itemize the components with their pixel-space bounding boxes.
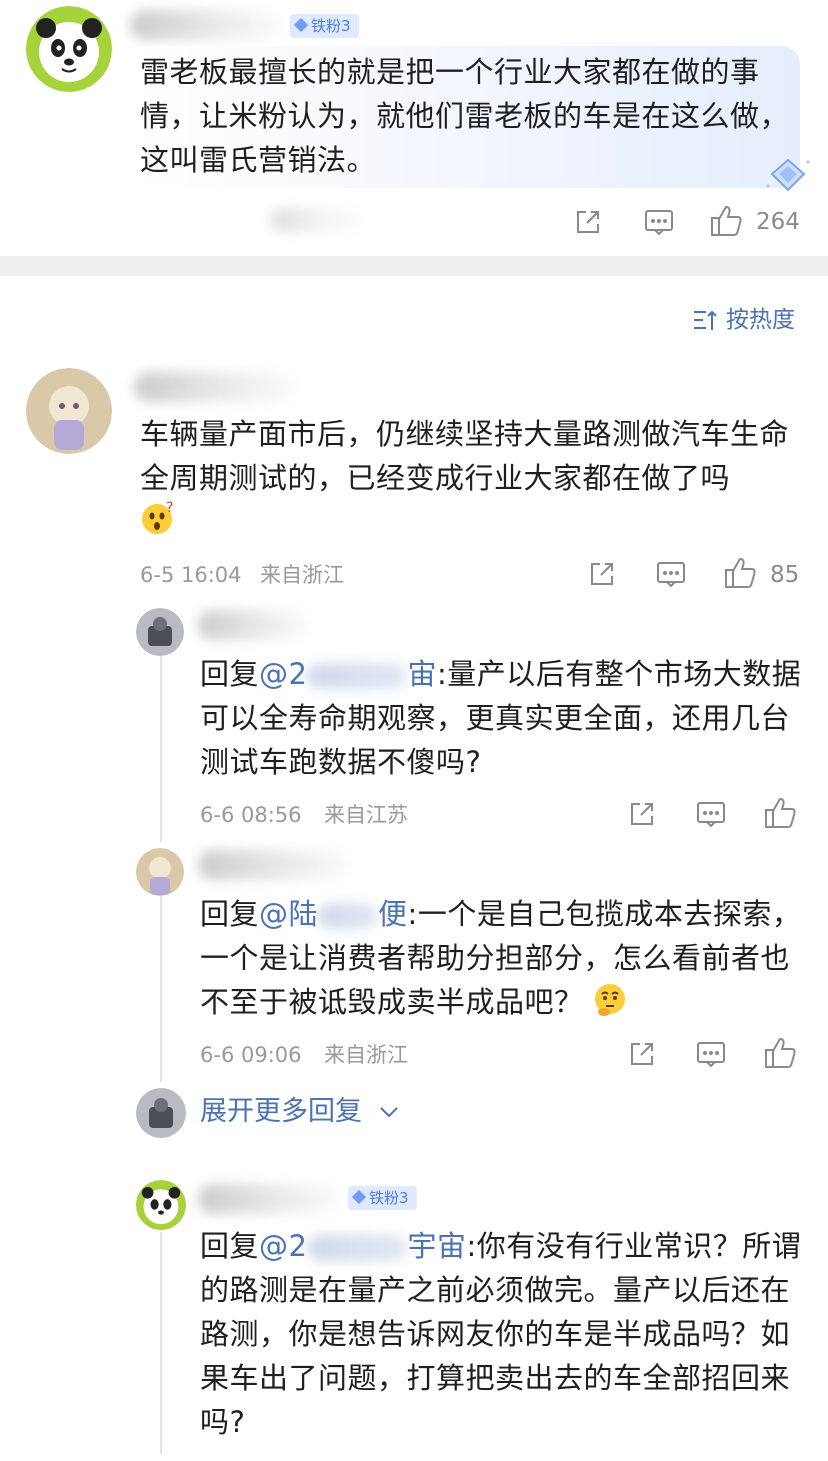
chevron-down-icon[interactable]	[378, 1102, 400, 1122]
section-divider	[0, 256, 828, 276]
user-avatar[interactable]	[136, 1088, 186, 1138]
diamond-icon	[293, 17, 309, 33]
share-icon[interactable]	[628, 1040, 656, 1068]
mention-blurred	[307, 663, 408, 689]
thread-line	[160, 896, 162, 1082]
sort-by-hot[interactable]: 按热度	[726, 306, 795, 334]
reply-hint-blurred	[270, 208, 360, 232]
comment-location: 来自浙江	[260, 563, 344, 587]
username-blurred[interactable]	[198, 610, 308, 640]
reply-text: 回复@陆 便:一个是自己包揽成本去探索，一个是让消费者帮助分担部分，怎么看前者也不…	[200, 892, 806, 1024]
like-icon[interactable]	[764, 1036, 798, 1070]
diamond-icon	[351, 1189, 367, 1205]
username-blurred[interactable]	[198, 1184, 338, 1214]
fan-badge: 铁粉3	[348, 1186, 417, 1210]
like-count: 85	[770, 562, 800, 588]
sort-icon[interactable]	[692, 308, 718, 332]
comment-text: 雷老板最擅长的就是把一个行业大家都在做的事情，让米粉认为，就他们雷老板的车是在这…	[140, 55, 790, 177]
fan-badge: 铁粉3	[290, 14, 359, 38]
comment-icon[interactable]	[696, 800, 726, 828]
username-blurred[interactable]	[130, 10, 280, 40]
sparkle-diamond-icon	[764, 156, 812, 198]
like-icon[interactable]	[724, 556, 758, 590]
comment-icon[interactable]	[644, 208, 674, 236]
mention-blurred	[307, 1235, 408, 1261]
reply-time: 6-6 09:06	[200, 1043, 302, 1067]
reply-location: 来自浙江	[324, 1043, 408, 1067]
thread-line	[160, 1232, 162, 1454]
user-avatar[interactable]	[26, 368, 112, 454]
comment-text: 车辆量产面市后，仍继续坚持大量路测做汽车生命全周期测试的，已经变成行业大家都在做…	[140, 417, 790, 495]
share-icon[interactable]	[628, 800, 656, 828]
reply-text: 回复@2 宙:量产以后有整个市场大数据可以全寿命期观察，更真实更全面，还用几台测试…	[200, 657, 802, 779]
username-blurred[interactable]	[198, 850, 348, 880]
thread-line	[160, 656, 162, 842]
user-avatar[interactable]	[136, 848, 184, 896]
share-icon[interactable]	[574, 208, 602, 236]
panda-avatar[interactable]	[26, 6, 112, 92]
like-icon[interactable]	[764, 796, 798, 830]
panda-avatar[interactable]	[136, 1180, 186, 1230]
like-icon[interactable]	[710, 204, 744, 238]
reply-location: 来自江苏	[324, 803, 408, 827]
user-avatar[interactable]	[136, 608, 184, 656]
like-count: 264	[756, 209, 800, 235]
mention-link[interactable]: @2	[259, 1229, 307, 1263]
comment-time: 6-5 16:04	[140, 563, 242, 587]
comment-icon[interactable]	[656, 560, 686, 588]
comment-icon[interactable]	[696, 1040, 726, 1068]
share-icon[interactable]	[588, 560, 616, 588]
emoji-shocked: ?	[140, 500, 176, 536]
username-blurred[interactable]	[134, 372, 294, 402]
emoji-thinking	[592, 980, 628, 1024]
reply-time: 6-6 08:56	[200, 803, 302, 827]
mention-link[interactable]: @陆	[259, 897, 318, 931]
mention-link[interactable]: @2	[259, 657, 307, 691]
mention-blurred	[318, 903, 379, 929]
expand-more-replies[interactable]: 展开更多回复	[200, 1095, 362, 1129]
reply-text: 回复@2 宇宙:你有没有行业常识？所谓的路测是在量产之前必须做完。量产以后还在路测…	[200, 1229, 802, 1439]
svg-text:?: ?	[166, 500, 173, 516]
